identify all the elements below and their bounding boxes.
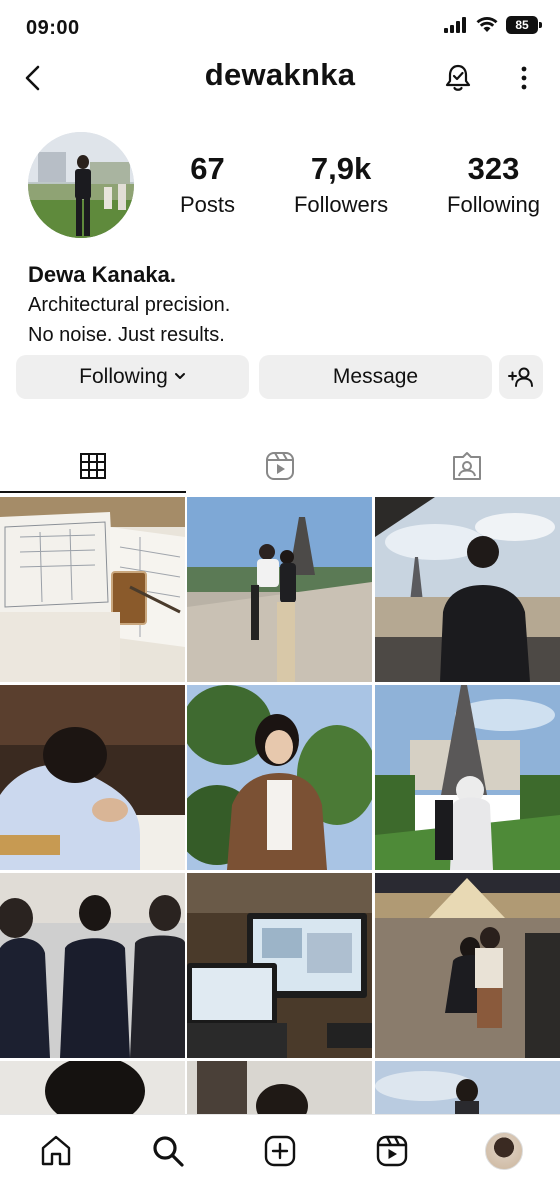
- following-stat[interactable]: 323 Following: [447, 150, 540, 220]
- tab-tagged[interactable]: [374, 438, 560, 493]
- grid-icon: [80, 452, 106, 479]
- following-count: 323: [467, 151, 520, 186]
- grid-post[interactable]: [375, 1061, 560, 1117]
- grid-post[interactable]: [375, 873, 560, 1058]
- message-button[interactable]: Message: [259, 355, 492, 399]
- reels-icon: [266, 451, 294, 480]
- tab-posts-grid[interactable]: [0, 438, 186, 493]
- nav-reels[interactable]: [372, 1131, 412, 1171]
- posts-grid: [0, 497, 560, 1117]
- bio-line: No noise. Just results.: [28, 324, 225, 346]
- posts-label: Posts: [180, 192, 236, 217]
- search-icon: [153, 1136, 184, 1167]
- bio-line: Architectural precision.: [28, 294, 231, 316]
- followers-label: Followers: [293, 192, 389, 217]
- grid-post[interactable]: [187, 873, 372, 1058]
- following-button[interactable]: Following: [16, 355, 249, 399]
- grid-post[interactable]: [375, 497, 560, 682]
- following-label: Following: [447, 192, 540, 217]
- reels-icon: [376, 1135, 408, 1167]
- status-bar: 09:00 85: [0, 0, 560, 56]
- status-indicators: 85: [444, 16, 542, 34]
- more-options-icon[interactable]: [516, 62, 532, 94]
- profile-stats: 67 Posts 7,9k Followers 323 Following: [180, 150, 540, 220]
- wifi-icon: [476, 17, 498, 32]
- grid-post[interactable]: [0, 1061, 185, 1117]
- grid-post[interactable]: [187, 497, 372, 682]
- posts-stat[interactable]: 67 Posts: [180, 150, 235, 220]
- nav-create[interactable]: [260, 1131, 300, 1171]
- nav-search[interactable]: [148, 1131, 188, 1171]
- battery-icon: 85: [506, 16, 542, 34]
- profile-avatar[interactable]: [28, 132, 134, 238]
- status-time: 09:00: [26, 17, 80, 39]
- followers-count: 7,9k: [310, 151, 372, 186]
- grid-post[interactable]: [375, 685, 560, 870]
- nav-home[interactable]: [36, 1131, 76, 1171]
- display-name: Dewa Kanaka.: [28, 262, 176, 287]
- grid-post[interactable]: [0, 497, 185, 682]
- username-title: dewaknka: [204, 57, 356, 92]
- followers-stat[interactable]: 7,9k Followers: [294, 150, 388, 220]
- tab-reels[interactable]: [187, 438, 373, 493]
- following-button-label: Following: [79, 365, 168, 388]
- profile-actions: Following Message: [16, 355, 544, 399]
- bottom-nav: [0, 1114, 560, 1201]
- signal-icon: [444, 17, 466, 33]
- grid-post[interactable]: [187, 685, 372, 870]
- chevron-down-icon: [174, 373, 185, 379]
- grid-post[interactable]: [0, 685, 185, 870]
- tagged-icon: [453, 451, 481, 480]
- profile-tabs: [0, 438, 560, 496]
- grid-post[interactable]: [0, 873, 185, 1058]
- profile-header: dewaknka: [0, 52, 560, 104]
- create-icon: [264, 1135, 296, 1167]
- add-user-button[interactable]: [499, 355, 543, 399]
- notification-bell-icon[interactable]: [442, 62, 474, 94]
- message-button-label: Message: [332, 365, 419, 388]
- posts-count: 67: [190, 151, 225, 186]
- add-user-icon: [508, 367, 533, 387]
- nav-profile[interactable]: [484, 1131, 524, 1171]
- home-icon: [41, 1135, 71, 1166]
- profile-avatar-thumb: [485, 1132, 523, 1170]
- grid-post[interactable]: [187, 1061, 372, 1117]
